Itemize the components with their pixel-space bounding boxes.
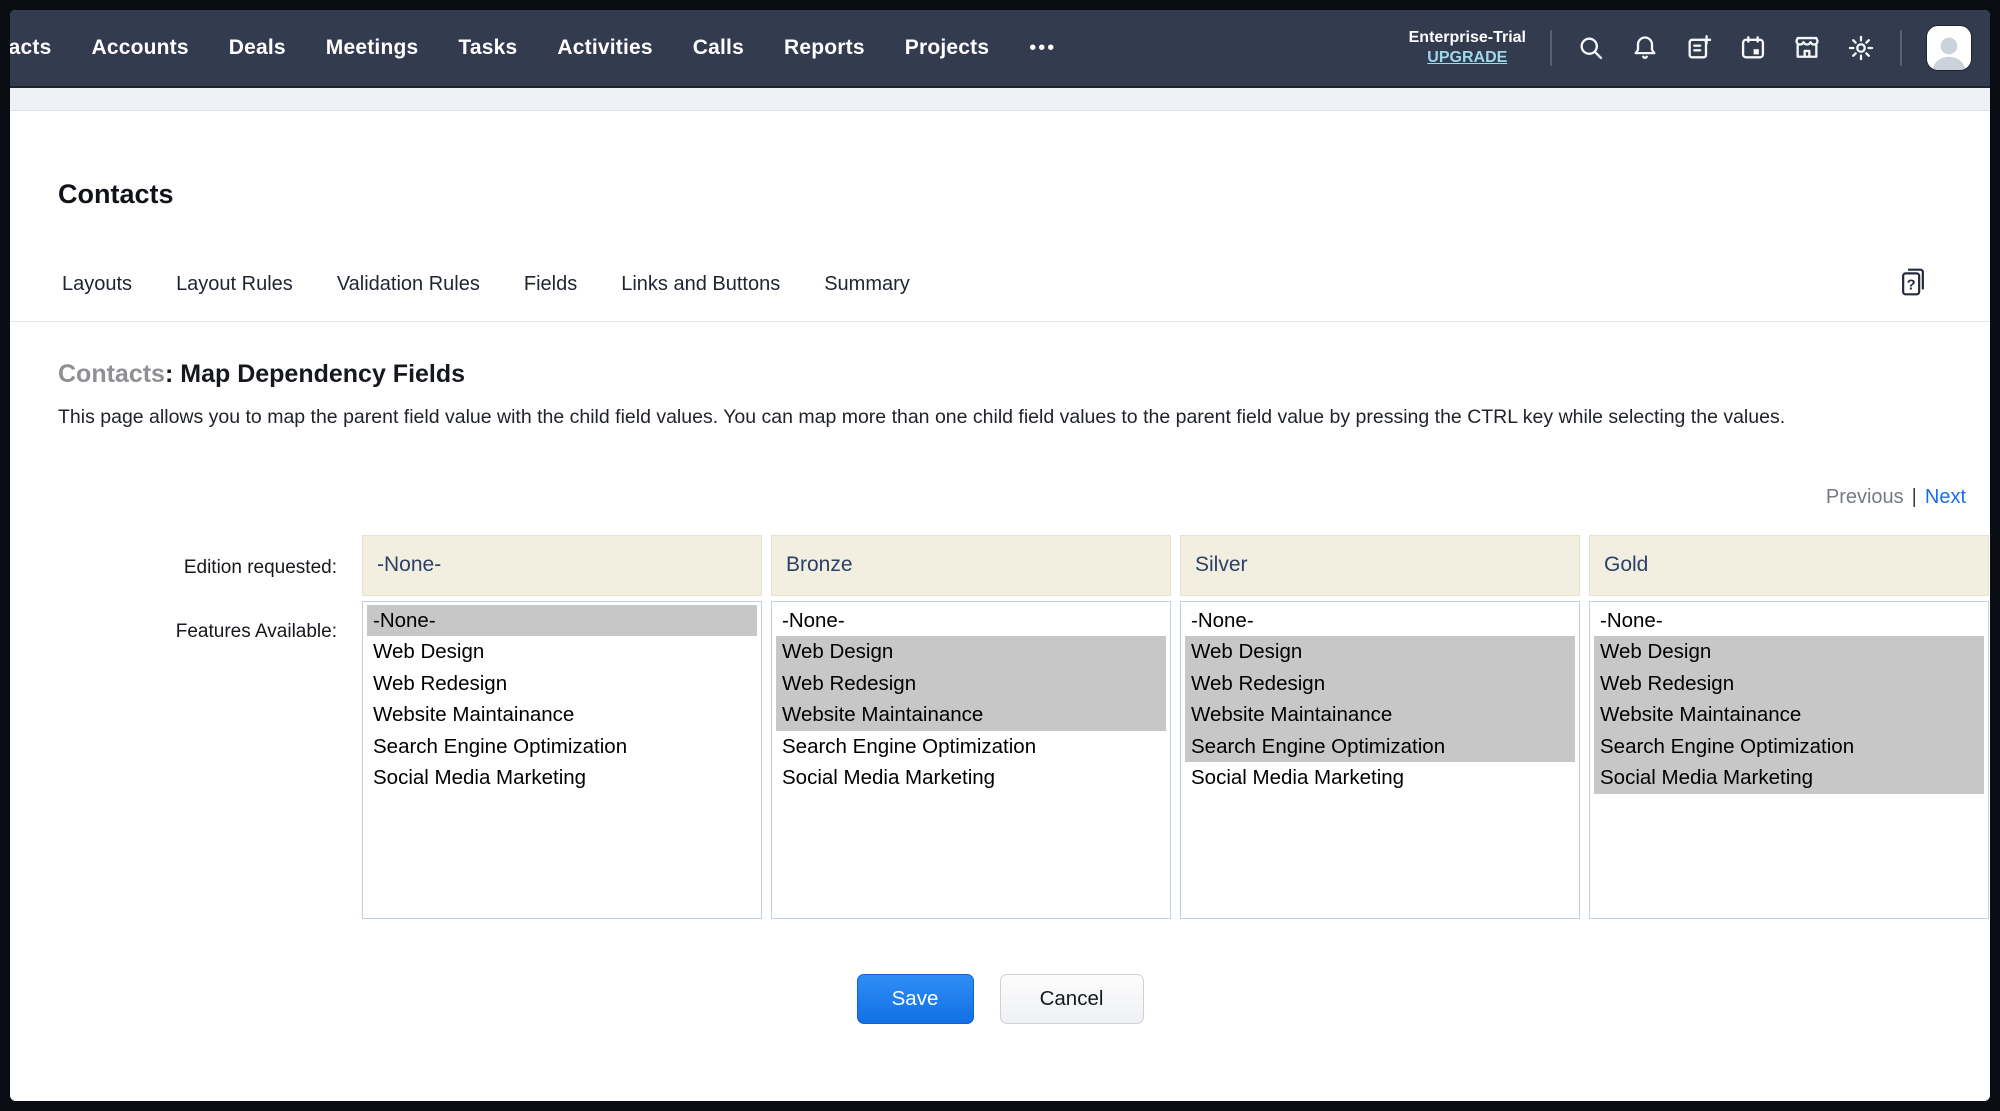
mapping-column-gold: Gold-None-Web DesignWeb RedesignWebsite … [1589,535,1989,919]
option-gold-web-design[interactable]: Web Design [1594,636,1984,668]
mapping-column-bronze: Bronze-None-Web DesignWeb RedesignWebsit… [771,535,1171,919]
option-gold-social-media-marketing[interactable]: Social Media Marketing [1594,762,1984,794]
mapping-column-silver: Silver-None-Web DesignWeb RedesignWebsit… [1180,535,1580,919]
option-none-none[interactable]: -None- [367,605,757,637]
svg-text:?: ? [1907,277,1916,293]
option-gold-web-redesign[interactable]: Web Redesign [1594,668,1984,700]
option-none-social-media-marketing[interactable]: Social Media Marketing [367,762,757,794]
help-doc-icon[interactable]: ? [1898,266,1928,303]
option-silver-none[interactable]: -None- [1185,605,1575,637]
plan-block: Enterprise-Trial UPGRADE [1409,28,1526,68]
page-title-module: Contacts [58,360,165,388]
topbar-divider [1900,30,1902,66]
option-silver-web-design[interactable]: Web Design [1185,636,1575,668]
topbar-right-cluster: Enterprise-Trial UPGRADE [1409,25,1972,71]
option-bronze-web-design[interactable]: Web Design [776,636,1166,668]
features-listbox-bronze[interactable]: -None-Web DesignWeb RedesignWebsite Main… [771,601,1171,919]
tab-layout-rules[interactable]: Layout Rules [176,273,293,296]
next-link[interactable]: Next [1925,486,1966,509]
marketplace-icon[interactable] [1792,33,1822,63]
mapping-column-none: -None--None-Web DesignWeb RedesignWebsit… [362,535,762,919]
tab-fields[interactable]: Fields [524,273,577,296]
nav-item-accounts[interactable]: Accounts [91,36,188,60]
pagination-separator: | [1912,486,1917,509]
child-field-label: Features Available: [176,621,337,643]
option-none-web-redesign[interactable]: Web Redesign [367,668,757,700]
tab-layouts[interactable]: Layouts [62,273,132,296]
option-none-web-design[interactable]: Web Design [367,636,757,668]
save-button[interactable]: Save [857,974,974,1024]
features-listbox-gold[interactable]: -None-Web DesignWeb RedesignWebsite Main… [1589,601,1989,919]
tab-validation-rules[interactable]: Validation Rules [337,273,480,296]
user-avatar[interactable] [1926,25,1972,71]
nav-item-reports[interactable]: Reports [784,36,865,60]
main-content: Contacts Layouts Layout Rules Validation R… [10,111,1990,1101]
features-listbox-silver[interactable]: -None-Web DesignWeb RedesignWebsite Main… [1180,601,1580,919]
option-bronze-website-maintainance[interactable]: Website Maintainance [776,699,1166,731]
add-note-icon[interactable] [1684,33,1714,63]
option-silver-website-maintainance[interactable]: Website Maintainance [1185,699,1575,731]
mapping-grid: Edition requested: Features Available: -… [10,509,1990,919]
nav-item-projects[interactable]: Projects [905,36,989,60]
page-description: This page allows you to map the parent f… [10,389,1980,434]
module-title: Contacts [10,111,1990,210]
page-title-separator: : [165,360,180,388]
nav-item-contacts[interactable]: Contacts [10,36,51,60]
features-listbox-none[interactable]: -None-Web DesignWeb RedesignWebsite Main… [362,601,762,919]
parent-field-label: Edition requested: [184,557,337,579]
sub-header-strip [10,88,1990,111]
option-gold-website-maintainance[interactable]: Website Maintainance [1594,699,1984,731]
parent-value-header-silver: Silver [1180,535,1580,596]
page-title: Contacts: Map Dependency Fields [10,322,1990,389]
option-none-search-engine-optimization[interactable]: Search Engine Optimization [367,731,757,763]
parent-value-header-none: -None- [362,535,762,596]
page-title-text: Map Dependency Fields [180,360,465,388]
cancel-button[interactable]: Cancel [1000,974,1144,1024]
calendar-icon[interactable] [1738,33,1768,63]
tab-links-and-buttons[interactable]: Links and Buttons [621,273,780,296]
module-tabs: Layouts Layout Rules Validation Rules Field… [10,210,1990,303]
mapping-row-labels: Edition requested: Features Available: [10,535,353,919]
option-none-website-maintainance[interactable]: Website Maintainance [367,699,757,731]
form-actions: Save Cancel [10,919,1990,1024]
plan-name: Enterprise-Trial [1409,29,1526,46]
previous-link[interactable]: Previous [1826,486,1904,509]
parent-value-header-gold: Gold [1589,535,1989,596]
nav-overflow-ellipsis[interactable]: ••• [1029,37,1056,60]
nav-item-tasks[interactable]: Tasks [458,36,517,60]
app-screen: Contacts Accounts Deals Meetings Tasks Activi… [10,10,1990,1101]
option-silver-search-engine-optimization[interactable]: Search Engine Optimization [1185,731,1575,763]
nav-item-activities[interactable]: Activities [557,36,652,60]
notifications-bell-icon[interactable] [1630,33,1660,63]
nav-item-calls[interactable]: Calls [693,36,744,60]
top-navigation-bar: Contacts Accounts Deals Meetings Tasks Activi… [10,10,1990,88]
primary-nav: Contacts Accounts Deals Meetings Tasks Activi… [10,36,1389,60]
option-bronze-social-media-marketing[interactable]: Social Media Marketing [776,762,1166,794]
parent-value-header-bronze: Bronze [771,535,1171,596]
option-gold-search-engine-optimization[interactable]: Search Engine Optimization [1594,731,1984,763]
option-bronze-none[interactable]: -None- [776,605,1166,637]
settings-gear-icon[interactable] [1846,33,1876,63]
topbar-divider [1550,30,1552,66]
option-silver-social-media-marketing[interactable]: Social Media Marketing [1185,762,1575,794]
tab-summary[interactable]: Summary [824,273,910,296]
upgrade-link[interactable]: UPGRADE [1409,48,1526,68]
nav-item-deals[interactable]: Deals [229,36,286,60]
option-silver-web-redesign[interactable]: Web Redesign [1185,668,1575,700]
nav-item-meetings[interactable]: Meetings [326,36,419,60]
search-icon[interactable] [1576,33,1606,63]
option-bronze-search-engine-optimization[interactable]: Search Engine Optimization [776,731,1166,763]
pagination: Previous | Next [10,434,1990,509]
option-gold-none[interactable]: -None- [1594,605,1984,637]
window-frame: Contacts Accounts Deals Meetings Tasks Activi… [0,0,2000,1111]
option-bronze-web-redesign[interactable]: Web Redesign [776,668,1166,700]
